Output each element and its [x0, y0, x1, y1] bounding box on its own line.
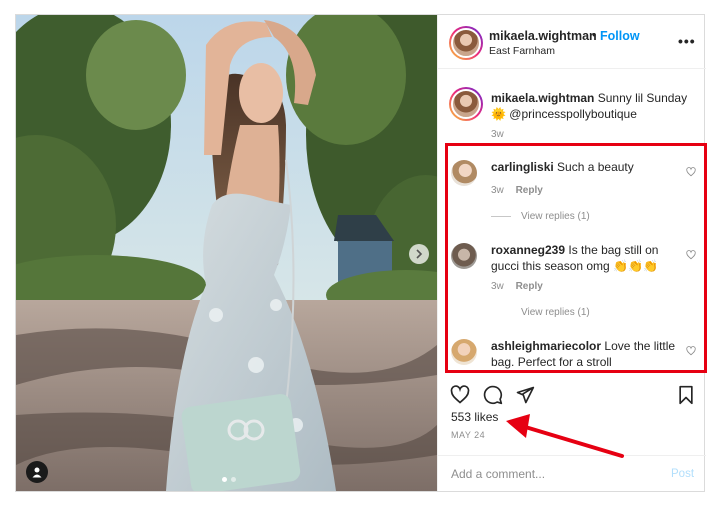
reply-button[interactable]: Reply [516, 281, 543, 292]
heart-icon[interactable] [450, 385, 470, 405]
add-comment-bar: Post [438, 455, 706, 491]
caption-time: 3w [491, 129, 504, 140]
comment-2-meta: 3w Reply [491, 281, 543, 292]
view-replies-label: View replies (1) [521, 211, 590, 222]
comment-username[interactable]: roxanneg239 [491, 243, 565, 257]
post-header: mikaela.wightman • Follow East Farnham •… [438, 15, 706, 69]
photo-illustration [16, 15, 437, 491]
comment-input[interactable] [451, 465, 651, 483]
header-separator: • [592, 28, 597, 42]
comment-2: roxanneg239 Is the bag still on gucci th… [491, 242, 681, 274]
comment-like-heart-icon[interactable] [686, 167, 696, 177]
comment-avatar[interactable] [451, 243, 477, 269]
caption-mention[interactable]: @princesspollyboutique [509, 107, 637, 121]
post-date: MAY 24 [451, 430, 486, 440]
comment-text-line2: gucci this season omg 👏👏👏 [491, 259, 658, 273]
post-details-panel: mikaela.wightman • Follow East Farnham •… [437, 15, 706, 491]
post-location[interactable]: East Farnham [489, 45, 555, 57]
caption-emoji: 🌞 [491, 107, 506, 121]
view-replies-1[interactable]: View replies (1) [491, 211, 590, 222]
post-card: mikaela.wightman • Follow East Farnham •… [15, 14, 706, 492]
likes-count[interactable]: 553 likes [451, 410, 498, 424]
replies-line [491, 215, 511, 217]
comment-time: 3w [491, 185, 504, 196]
carousel-dot-active [222, 477, 227, 482]
comment-time: 3w [491, 281, 504, 292]
carousel-dot [231, 477, 236, 482]
caption-avatar[interactable] [449, 87, 483, 121]
comment-1: carlingliski Such a beauty [491, 159, 681, 175]
user-tag-button[interactable] [26, 461, 48, 483]
author-avatar[interactable] [449, 26, 483, 60]
comment-username[interactable]: carlingliski [491, 160, 554, 174]
comment-text-line1: Is the bag still on [568, 243, 659, 257]
comment-avatar[interactable] [451, 339, 477, 365]
share-icon[interactable] [515, 385, 535, 405]
bookmark-icon[interactable] [676, 385, 696, 405]
comment-icon[interactable] [483, 385, 503, 405]
comment-1-meta: 3w Reply [491, 185, 543, 196]
post-comment-button[interactable]: Post [671, 468, 694, 480]
next-photo-button[interactable] [409, 244, 429, 264]
follow-button[interactable]: Follow [600, 29, 640, 43]
post-photo[interactable] [16, 15, 437, 491]
reply-button[interactable]: Reply [516, 185, 543, 196]
comment-3: ashleighmariecolor Love the little bag. … [491, 338, 681, 370]
caption-username[interactable]: mikaela.wightman [491, 91, 594, 105]
chevron-right-icon [416, 249, 423, 259]
comment-like-heart-icon[interactable] [686, 346, 696, 356]
author-username[interactable]: mikaela.wightman [489, 29, 597, 43]
carousel-dots [222, 477, 236, 482]
more-options-icon[interactable]: ••• [678, 33, 696, 49]
comment-text: Such a beauty [557, 160, 634, 174]
view-replies-2[interactable]: View replies (1) [491, 307, 590, 318]
replies-line [491, 312, 511, 313]
caption-text: Sunny lil Sunday [597, 91, 688, 105]
post-actions [438, 381, 706, 411]
comment-avatar[interactable] [451, 160, 477, 186]
comment-text-line1: Love the little [604, 339, 676, 353]
caption: mikaela.wightman Sunny lil Sunday 🌞 @pri… [491, 90, 701, 122]
comment-text-line2: bag. Perfect for a stroll [491, 355, 612, 369]
user-tag-icon [32, 467, 42, 478]
comment-like-heart-icon[interactable] [686, 250, 696, 260]
view-replies-label: View replies (1) [521, 307, 590, 318]
comment-username[interactable]: ashleighmariecolor [491, 339, 601, 353]
